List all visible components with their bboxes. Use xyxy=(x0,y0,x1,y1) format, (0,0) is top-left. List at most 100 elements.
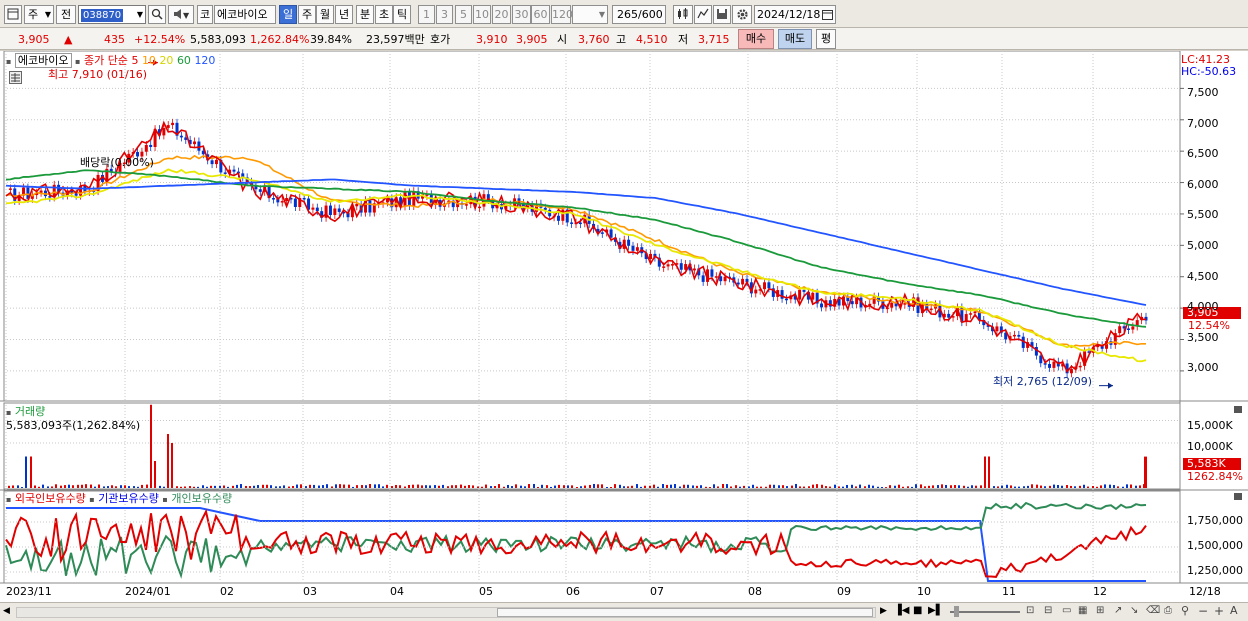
candle-type-icon[interactable] xyxy=(673,5,693,24)
eraser-icon[interactable]: ⌫ xyxy=(1146,605,1160,616)
average-button[interactable]: 평 xyxy=(816,29,836,49)
scroll-left-icon[interactable]: ◀ xyxy=(3,606,10,616)
candle-body xyxy=(1052,361,1056,368)
buy-button[interactable]: 매수 xyxy=(738,29,774,49)
volume-bar xyxy=(455,485,457,488)
dividend-note: 배당락(0.00%) xyxy=(80,156,154,169)
candle-body xyxy=(741,278,745,285)
grid-icon[interactable]: ▦ xyxy=(1078,605,1087,616)
period-button[interactable]: 초 xyxy=(375,5,393,24)
price-tick: 3,500 xyxy=(1187,330,1219,344)
stop-icon[interactable]: ■ xyxy=(913,605,922,616)
volume-bar xyxy=(240,484,242,488)
volume-bar xyxy=(950,485,952,488)
table-view-icon[interactable] xyxy=(9,71,22,84)
zoom-out-icon[interactable]: − xyxy=(1198,604,1208,618)
sound-icon[interactable]: ▼ xyxy=(168,5,194,24)
scroll-thumb[interactable] xyxy=(497,608,873,617)
x-axis-label: 04 xyxy=(390,585,404,598)
volume-bar xyxy=(313,484,315,488)
volume-bar xyxy=(834,484,836,488)
volume-bar xyxy=(954,485,956,488)
volume-bar xyxy=(1018,486,1020,488)
chevron-down-icon: ▼ xyxy=(44,10,51,19)
interval-button[interactable]: 3 xyxy=(436,5,453,24)
volume-bar xyxy=(120,485,122,488)
candle-body xyxy=(679,263,683,270)
print-icon[interactable]: ⎙ xyxy=(1164,605,1172,616)
volume-bar xyxy=(464,485,466,488)
scroll-right-icon[interactable]: ▶ xyxy=(880,606,887,616)
volume-bar xyxy=(631,485,633,488)
split-icon[interactable]: ⊟ xyxy=(1044,605,1052,616)
drawing-tool-icon[interactable] xyxy=(694,5,712,24)
volume-bar xyxy=(180,486,182,488)
prev-button[interactable]: 전 xyxy=(56,5,76,24)
trend-icon[interactable]: ↗ xyxy=(1114,605,1122,616)
zoom-slider-thumb[interactable] xyxy=(954,606,959,617)
candle-body xyxy=(271,198,275,200)
candle-body xyxy=(714,276,718,278)
candle-body xyxy=(600,232,604,234)
data-count-input[interactable]: 265/600 xyxy=(612,5,666,24)
institution-holdings-label: 기관보유수량 xyxy=(98,492,159,505)
pane-bullet-icon: ▪ xyxy=(75,57,81,66)
volume-bar xyxy=(150,404,152,488)
interval-button[interactable]: 1 xyxy=(418,5,435,24)
zoom-slider[interactable] xyxy=(950,606,1020,617)
volume-bar xyxy=(335,484,337,488)
interval-button[interactable]: 5 xyxy=(455,5,472,24)
period-button[interactable]: 월 xyxy=(316,5,334,24)
volume-bar xyxy=(971,485,973,488)
volume-bar xyxy=(227,486,229,488)
volume-bar xyxy=(674,484,676,488)
interval-button[interactable]: 30 xyxy=(512,5,531,24)
interval-button[interactable]: 60 xyxy=(531,5,550,24)
volume-bar xyxy=(864,486,866,488)
volume-bar xyxy=(644,485,646,488)
interval-button[interactable]: 120 xyxy=(551,5,573,24)
settings-gear-icon[interactable] xyxy=(732,5,752,24)
zoom-in-icon[interactable]: + xyxy=(1214,604,1224,618)
scroll-track[interactable] xyxy=(16,607,876,618)
first-page-icon[interactable]: ▐◀ xyxy=(894,605,909,616)
candle-body xyxy=(570,222,574,224)
period-button[interactable]: 주 xyxy=(298,5,316,24)
period-button[interactable]: 년 xyxy=(335,5,353,24)
price-tick: 4,000 xyxy=(1187,300,1219,314)
search-icon[interactable] xyxy=(148,5,166,24)
period-button[interactable]: 분 xyxy=(356,5,374,24)
period-button[interactable]: 틱 xyxy=(393,5,411,24)
text-tool-icon[interactable]: A xyxy=(1230,604,1238,617)
window-menu-icon[interactable] xyxy=(4,5,22,24)
chart-icon[interactable]: ⊞ xyxy=(1096,605,1104,616)
price-tick: 5,500 xyxy=(1187,208,1219,222)
window-icon[interactable]: ▭ xyxy=(1062,605,1071,616)
date-picker[interactable]: 2024/12/18 xyxy=(754,5,836,24)
candle-body xyxy=(670,264,674,266)
last-page-icon[interactable]: ▶▌ xyxy=(928,605,943,616)
save-icon[interactable] xyxy=(713,5,731,24)
volume-bar xyxy=(356,485,358,488)
zoom-icon[interactable]: ⚲ xyxy=(1181,604,1189,617)
market-type-select[interactable]: 주 ▼ xyxy=(24,5,54,24)
interval-input[interactable]: ▼ xyxy=(572,5,608,24)
stock-code-input[interactable]: 038870 ▼ xyxy=(78,5,146,24)
candle-body xyxy=(710,269,714,277)
volume-bar xyxy=(137,486,139,488)
interval-button[interactable]: 10 xyxy=(473,5,491,24)
interval-button[interactable]: 20 xyxy=(492,5,511,24)
volume-bar xyxy=(485,484,487,488)
volume-bar xyxy=(498,484,500,488)
high-price: 4,510 xyxy=(636,33,668,46)
bid-label: 호가 xyxy=(430,33,451,46)
chart-canvas[interactable] xyxy=(0,50,1248,603)
layout-icon[interactable]: ⊡ xyxy=(1026,605,1034,616)
volume-bar xyxy=(51,486,53,488)
volume-bar xyxy=(799,486,801,488)
volume-bar xyxy=(107,486,109,488)
trend-alt-icon[interactable]: ↘ xyxy=(1130,605,1138,616)
period-button[interactable]: 일 xyxy=(279,5,297,24)
volume-bar xyxy=(627,486,629,488)
sell-button[interactable]: 매도 xyxy=(778,29,812,49)
